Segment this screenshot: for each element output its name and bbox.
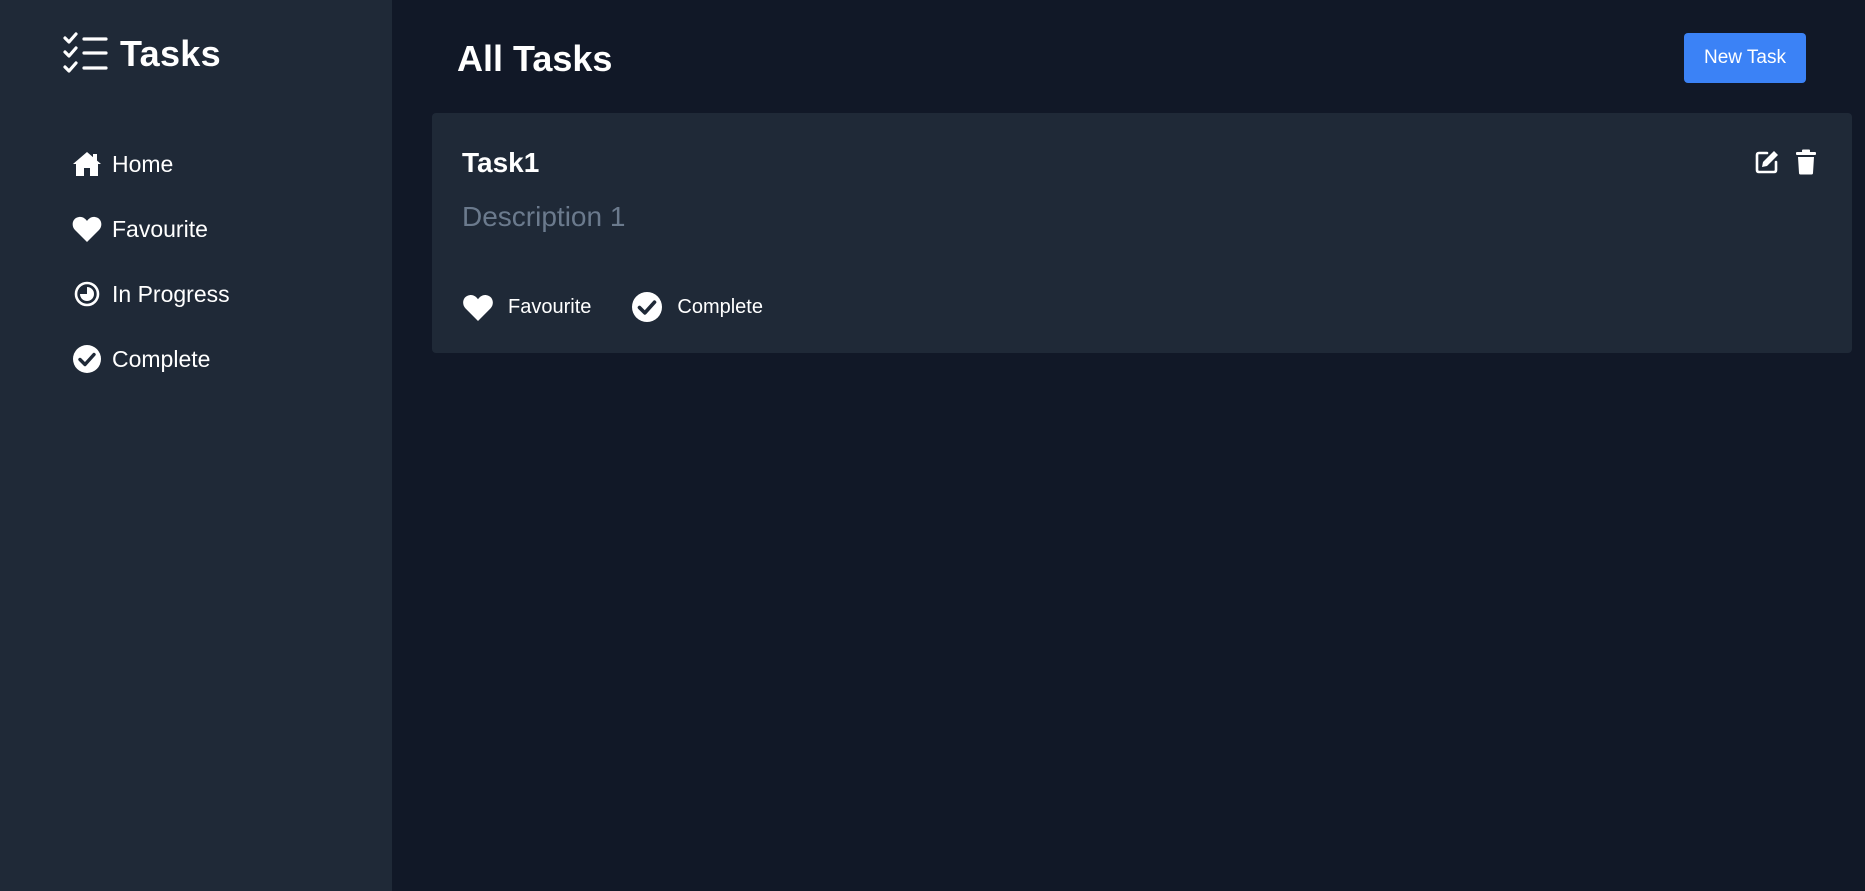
task-description: Description 1 (462, 201, 626, 232)
check-circle-icon (72, 344, 102, 374)
sidebar-item-label: In Progress (112, 280, 230, 307)
task-card: Task1 Description 1 Favourite Complete (432, 113, 1852, 353)
heart-icon (72, 214, 102, 244)
sidebar-item-complete[interactable]: Complete (72, 341, 230, 377)
sidebar: Tasks Home Favourite In Progress Complet… (0, 0, 392, 891)
in-progress-icon (72, 279, 102, 309)
sidebar-nav: Home Favourite In Progress Complete (72, 146, 230, 406)
main-content: All Tasks New Task Task1 Description 1 F… (392, 0, 1865, 891)
sidebar-item-favourite[interactable]: Favourite (72, 211, 230, 247)
complete-toggle[interactable]: Complete (631, 291, 763, 323)
edit-icon[interactable] (1754, 149, 1780, 175)
task-actions (1754, 149, 1820, 175)
check-circle-icon (631, 291, 663, 323)
brand[interactable]: Tasks (62, 32, 221, 76)
heart-icon (462, 291, 494, 323)
task-footer: Favourite Complete (462, 291, 763, 323)
app-root: Tasks Home Favourite In Progress Complet… (0, 0, 1865, 891)
brand-title: Tasks (120, 33, 221, 74)
new-task-button[interactable]: New Task (1684, 33, 1806, 83)
home-icon (72, 149, 102, 179)
sidebar-item-label: Complete (112, 345, 211, 372)
sidebar-item-home[interactable]: Home (72, 146, 230, 182)
task-title: Task1 (462, 147, 540, 178)
favourite-label: Favourite (508, 295, 592, 318)
page-title: All Tasks (457, 38, 613, 79)
sidebar-item-in-progress[interactable]: In Progress (72, 276, 230, 312)
trash-icon[interactable] (1794, 149, 1820, 175)
tasks-list-icon (62, 32, 108, 76)
sidebar-item-label: Home (112, 150, 174, 177)
favourite-toggle[interactable]: Favourite (462, 291, 591, 323)
complete-label: Complete (677, 295, 763, 318)
sidebar-item-label: Favourite (112, 215, 208, 242)
